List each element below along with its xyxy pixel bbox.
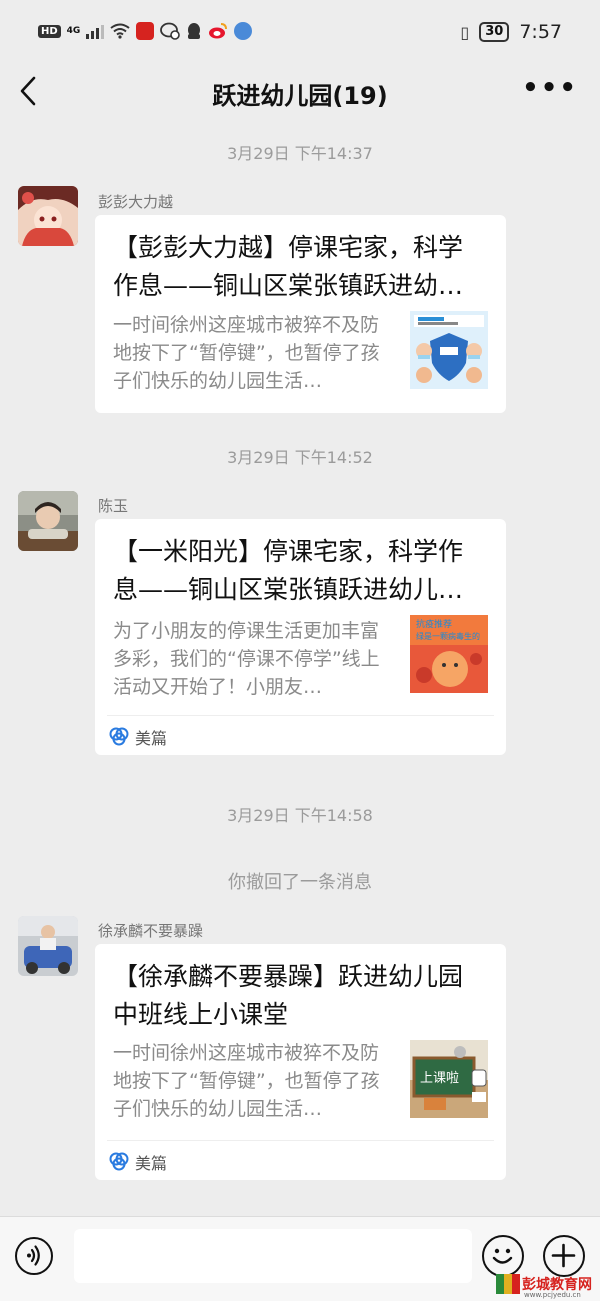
link-card[interactable]: 【徐承麟不要暴躁】跃进幼儿园中班线上小课堂 一时间徐州这座城市被猝不及防地按下了… [95,944,506,1180]
chat-bubble-icon [160,22,181,40]
status-bar: HD 4G ▯ 30 7:57 [0,0,600,64]
meipian-logo-icon [109,1152,129,1171]
thumb-text-line2: 绿是一颗病毒生的 [416,631,480,641]
child-photo-avatar-image [18,491,78,551]
epidemic-poster-image [410,311,488,389]
card-thumbnail: 上课啦 [410,1040,488,1118]
thumb-text-class: 上课啦 [420,1071,459,1086]
music-icon [234,22,253,40]
hd-indicator: HD [38,24,61,38]
wifi-icon [110,23,130,39]
anti-epidemic-poster-image: 抗疫推荐 绿是一颗病毒生的 [410,615,488,693]
weibo-icon [209,23,228,39]
child-on-toy-car-avatar-image [18,916,78,976]
qq-icon [188,23,201,39]
recall-notice: 你撤回了一条消息 [228,872,372,893]
thumb-text-line1: 抗疫推荐 [416,618,452,630]
card-source: 美篇 [107,715,494,756]
card-title: 【彭彭大力越】停课宅家，科学作息——铜山区棠张镇跃进幼… [113,233,464,300]
more-options-button[interactable]: ••• [522,75,578,101]
card-thumbnail [410,311,488,389]
chat-header: 跃进幼儿园(19) ••• [0,64,600,120]
link-card[interactable]: 【一米阳光】停课宅家，科学作息——铜山区棠张镇跃进幼儿… 为了小朋友的停课生活更… [95,519,506,755]
card-source: 美篇 [107,1140,494,1181]
message-input[interactable] [74,1229,472,1283]
chat-title: 跃进幼儿园(19) [212,82,388,110]
site-watermark: 彭城教育网 www.pcjyedu.cn [492,1268,600,1300]
card-thumbnail: 抗疫推荐 绿是一颗病毒生的 [410,615,488,693]
vibrate-icon: ▯ [460,22,470,42]
battery-icon: 30 [479,22,510,42]
network-type: 4G [66,25,81,36]
avatar[interactable] [18,186,78,246]
avatar[interactable] [18,916,78,976]
sender-name: 彭彭大力越 [98,193,174,211]
card-title: 【徐承麟不要暴躁】跃进幼儿园中班线上小课堂 [113,962,464,1029]
sender-name: 陈玉 [98,497,129,515]
meipian-logo-icon [109,727,129,746]
card-title: 【一米阳光】停课宅家，科学作息——铜山区棠张镇跃进幼儿… [113,537,464,604]
message-timestamp: 3月29日 下午14:52 [227,448,373,467]
card-description: 为了小朋友的停课生活更加丰富多彩，我们的“停课不停学”线上活动又开始了！小朋友… [113,620,380,698]
watermark-logo-icon [496,1274,520,1294]
sender-name: 徐承麟不要暴躁 [98,922,204,940]
voice-icon [27,1245,40,1266]
online-class-image: 上课啦 [410,1040,488,1118]
watermark-url: www.pcjyedu.cn [524,1291,581,1299]
card-description: 一时间徐州这座城市被猝不及防地按下了“暂停键”，也暂停了孩子们快乐的幼儿园生活… [113,1042,380,1120]
source-label: 美篇 [135,1154,168,1173]
clock: 7:57 [519,21,562,43]
voice-input-button[interactable] [15,1237,53,1275]
source-label: 美篇 [135,729,168,748]
message-timestamp: 3月29日 下午14:58 [227,806,373,825]
link-card[interactable]: 【彭彭大力越】停课宅家，科学作息——铜山区棠张镇跃进幼… 一时间徐州这座城市被猝… [95,215,506,413]
signal-icon [86,23,105,39]
avatar[interactable] [18,491,78,551]
card-description: 一时间徐州这座城市被猝不及防地按下了“暂停键”，也暂停了孩子们快乐的幼儿园生活… [113,314,380,392]
anime-girl-avatar-image [18,186,78,246]
app-notification-icon [136,22,155,40]
message-timestamp: 3月29日 下午14:37 [227,144,373,163]
